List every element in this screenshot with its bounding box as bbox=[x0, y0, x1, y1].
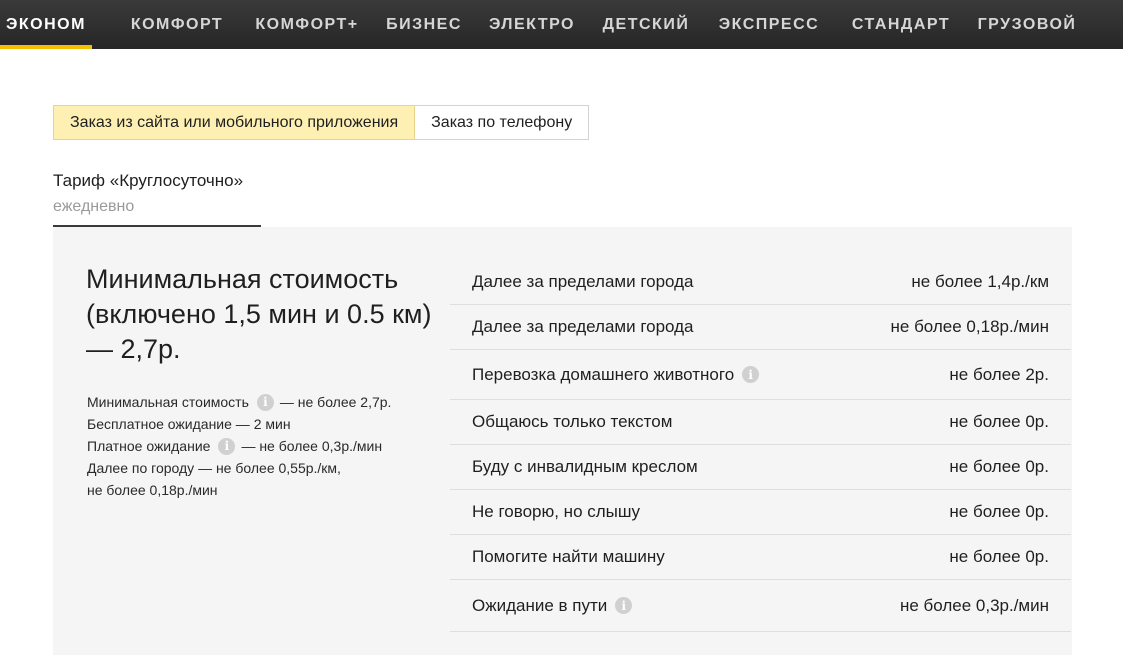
detail-city-time: не более 0,18р./мин bbox=[87, 482, 218, 498]
detail-min-cost: Минимальная стоимость i — не более 2,7р. bbox=[87, 393, 392, 411]
tariff-tabs: Эконом Комфорт Комфорт+ Бизнес Электро Д… bbox=[0, 0, 1123, 49]
rate-row: Не говорю, но слышу не более 0р. bbox=[450, 490, 1071, 535]
min-cost-details: Минимальная стоимость i — не более 2,7р.… bbox=[87, 391, 427, 501]
rate-row: Далее за пределами города не более 0,18р… bbox=[450, 305, 1071, 350]
rate-row: Ожидание в пути i не более 0,3р./мин bbox=[450, 580, 1071, 632]
rate-row: Далее за пределами города не более 1,4р.… bbox=[450, 260, 1071, 305]
tab-standard[interactable]: Стандарт bbox=[846, 0, 956, 49]
min-cost-headline: Минимальная стоимость (включено 1,5 мин … bbox=[86, 264, 432, 364]
order-app-button[interactable]: Заказ из сайта или мобильного приложения bbox=[53, 105, 416, 140]
tab-electro[interactable]: Электро bbox=[484, 0, 580, 49]
tab-econom[interactable]: Эконом bbox=[0, 0, 92, 49]
rate-row: Буду с инвалидным креслом не более 0р. bbox=[450, 445, 1071, 490]
detail-city: Далее по городу — не более 0,55р./км, bbox=[87, 460, 341, 476]
tab-kids[interactable]: Детский bbox=[598, 0, 694, 49]
rate-row: Общаюсь только текстом не более 0р. bbox=[450, 400, 1071, 445]
order-type-toggle: Заказ из сайта или мобильного приложения… bbox=[53, 105, 590, 140]
rate-row: Помогите найти машину не более 0р. bbox=[450, 535, 1071, 580]
tab-comfort-plus[interactable]: Комфорт+ bbox=[242, 0, 372, 49]
rates-list: Далее за пределами города не более 1,4р.… bbox=[450, 260, 1071, 632]
tab-comfort[interactable]: Комфорт bbox=[112, 0, 242, 49]
info-icon[interactable]: i bbox=[218, 437, 236, 455]
order-phone-button[interactable]: Заказ по телефону bbox=[415, 105, 590, 140]
tariff-schedule: ежедневно bbox=[53, 198, 135, 215]
detail-free-wait: Бесплатное ожидание — 2 мин bbox=[87, 416, 291, 432]
tariff-title[interactable]: Тариф «Круглосуточно» bbox=[53, 171, 243, 191]
info-icon[interactable]: i bbox=[742, 366, 760, 383]
rate-row: Перевозка домашнего животного i не более … bbox=[450, 350, 1071, 400]
tab-business[interactable]: Бизнес bbox=[382, 0, 466, 49]
info-icon[interactable]: i bbox=[615, 597, 633, 614]
info-icon[interactable]: i bbox=[256, 393, 274, 411]
tab-express[interactable]: Экспресс bbox=[714, 0, 824, 49]
detail-paid-wait: Платное ожидание i — не более 0,3р./мин bbox=[87, 437, 383, 455]
tab-cargo[interactable]: Грузовой bbox=[972, 0, 1082, 49]
